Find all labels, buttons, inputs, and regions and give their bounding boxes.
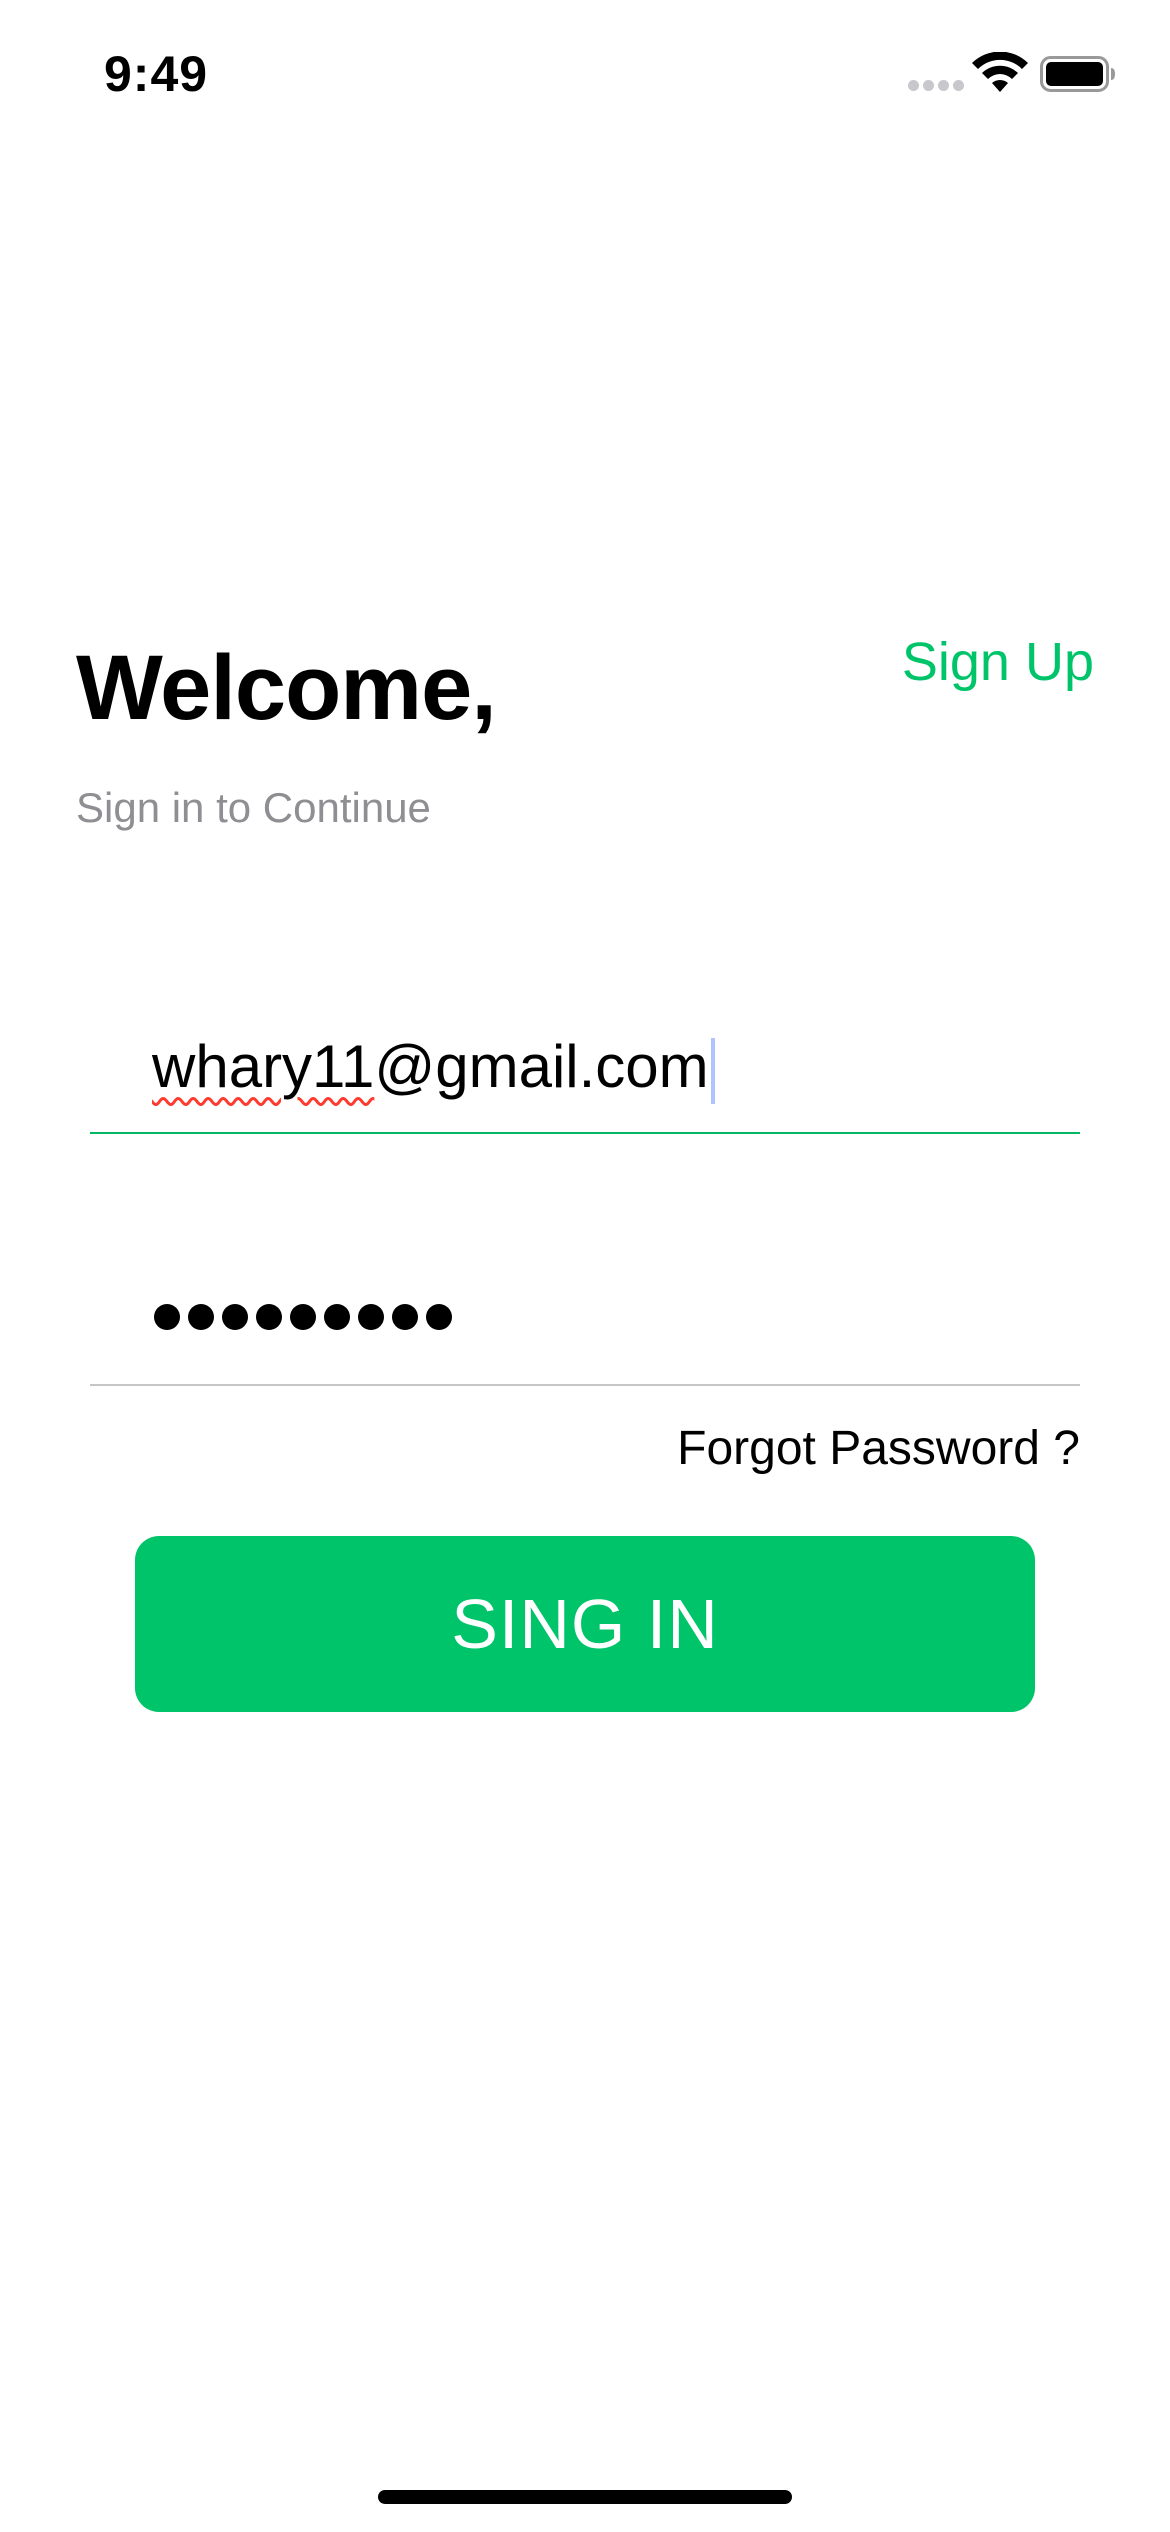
password-dot — [290, 1304, 316, 1330]
password-dot — [324, 1304, 350, 1330]
password-dot — [426, 1304, 452, 1330]
email-value-misspelled: whary11 — [152, 1033, 375, 1100]
password-mask — [154, 1304, 452, 1330]
password-dot — [256, 1304, 282, 1330]
home-indicator[interactable] — [378, 2490, 792, 2504]
battery-icon — [1040, 56, 1115, 92]
page-subtitle: Sign in to Continue — [76, 784, 431, 831]
page-title: Welcome, — [76, 637, 497, 739]
password-dot — [222, 1304, 248, 1330]
sign-in-button[interactable]: SING IN — [135, 1536, 1035, 1712]
email-value-rest: @gmail.com — [374, 1033, 709, 1100]
email-field[interactable]: whary11@gmail.com — [90, 1012, 1080, 1134]
password-field[interactable] — [90, 1264, 1080, 1386]
wifi-icon — [972, 52, 1028, 92]
status-time: 9:49 — [104, 46, 209, 102]
password-dot — [154, 1304, 180, 1330]
sign-up-link[interactable]: Sign Up — [902, 630, 1094, 694]
password-dot — [358, 1304, 384, 1330]
forgot-password-link[interactable]: Forgot Password ? — [677, 1420, 1080, 1478]
password-dot — [188, 1304, 214, 1330]
password-dot — [392, 1304, 418, 1330]
email-input-value[interactable]: whary11@gmail.com — [152, 1012, 715, 1122]
signal-icon — [908, 80, 964, 92]
status-bar: 9:49 — [0, 0, 1170, 150]
text-caret — [710, 1038, 715, 1105]
